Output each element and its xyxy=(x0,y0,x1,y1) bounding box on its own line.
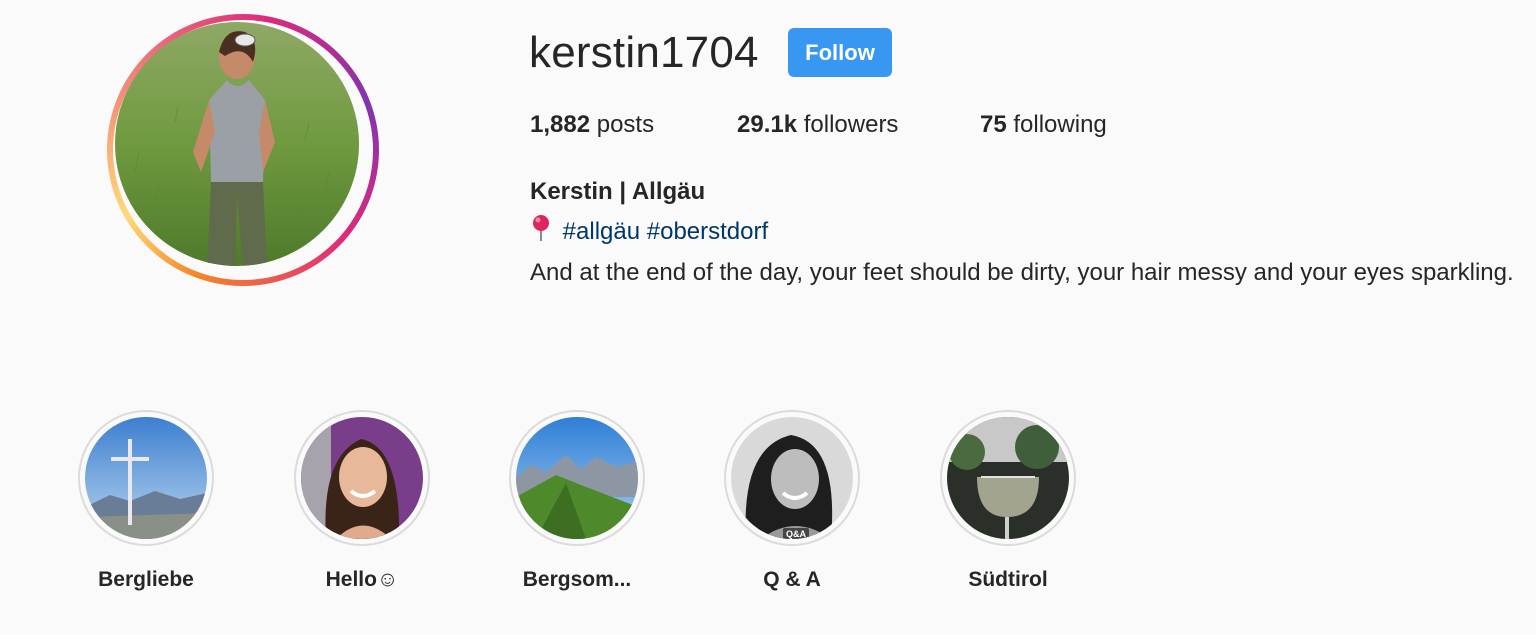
posts-count-label: posts xyxy=(596,111,655,138)
highlight-cover-image: Q&A xyxy=(731,417,853,539)
following-count-value: 75 xyxy=(980,111,1007,138)
profile-full-name: Kerstin | Allgäu xyxy=(530,178,706,205)
profile-bio-text: And at the end of the day, your feet sho… xyxy=(530,259,1514,286)
highlight-ring: Q&A xyxy=(724,410,860,546)
avatar-photo xyxy=(115,22,359,266)
highlight-label: Südtirol xyxy=(968,568,1048,591)
highlight-q-and-a[interactable]: Q&A Q & A xyxy=(722,410,862,592)
highlight-bergliebe[interactable]: Bergliebe xyxy=(76,410,216,592)
bio-hashtags-line: #allgäu #oberstdorf xyxy=(530,214,768,252)
highlight-label: Hello☺ xyxy=(325,568,399,591)
highlight-suedtirol[interactable]: Südtirol xyxy=(938,410,1078,592)
profile-username: kerstin1704 xyxy=(529,28,759,77)
highlight-cover-image xyxy=(947,417,1069,539)
round-pushpin-icon xyxy=(530,214,552,252)
highlight-bergsommer[interactable]: Bergsom... xyxy=(507,410,647,592)
highlight-cover-image xyxy=(301,417,423,539)
hashtag-oberstdorf-link[interactable]: #oberstdorf xyxy=(647,218,768,245)
highlight-cover-image xyxy=(516,417,638,539)
posts-count: 1,882 posts xyxy=(530,108,654,142)
highlight-label: Q & A xyxy=(763,568,821,591)
highlight-hello[interactable]: Hello☺ xyxy=(292,410,432,592)
followers-count-value: 29.1k xyxy=(737,111,798,138)
highlight-ring xyxy=(509,410,645,546)
profile-avatar[interactable] xyxy=(107,14,379,286)
following-link[interactable]: 75 following xyxy=(980,108,1107,142)
followers-link[interactable]: 29.1k followers xyxy=(737,108,898,142)
hashtag-allgau-link[interactable]: #allgäu xyxy=(563,218,640,245)
highlight-ring xyxy=(940,410,1076,546)
highlight-label: Bergsom... xyxy=(522,568,632,591)
highlight-ring xyxy=(78,410,214,546)
highlight-label: Bergliebe xyxy=(98,568,194,591)
profile-page: kerstin1704 Follow 1,882 posts 29.1k fol… xyxy=(0,0,1536,635)
highlight-ring xyxy=(294,410,430,546)
highlight-cover-image xyxy=(85,417,207,539)
qa-badge: Q&A xyxy=(783,528,809,539)
followers-count-label: followers xyxy=(803,111,899,138)
following-count-label: following xyxy=(1013,111,1107,138)
follow-button[interactable]: Follow xyxy=(788,28,892,77)
posts-count-value: 1,882 xyxy=(530,111,591,138)
